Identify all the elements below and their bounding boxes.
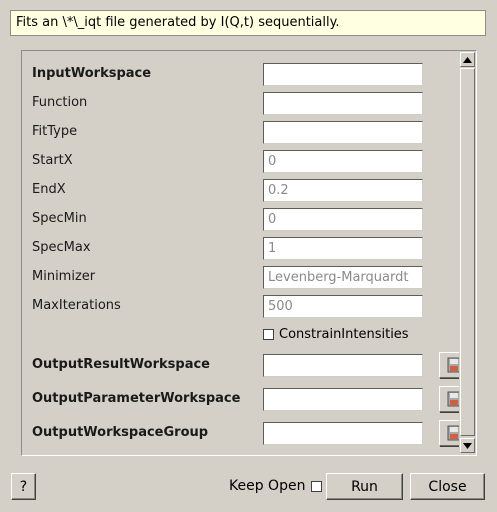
outputresultworkspace-field[interactable] [263,354,423,377]
keep-open-label: Keep Open [229,478,306,494]
property-label: OutputWorkspaceGroup [32,425,209,440]
property-label: MaxIterations [32,298,121,313]
property-row-outputresultworkspace: OutputResultWorkspace [32,352,472,378]
description-banner: Fits an \*\_iqt file generated by I(Q,t)… [10,10,486,36]
scrollbar-thumb[interactable] [460,68,475,436]
property-label: InputWorkspace [32,66,152,81]
function-field[interactable] [263,92,423,115]
minimizer-field[interactable]: Levenberg-Marquardt [263,266,423,289]
constrain-intensities-label: ConstrainIntensities [279,326,409,342]
properties-panel: InputWorkspace Function FitType StartX 0… [21,50,477,456]
property-label: StartX [32,153,73,168]
property-label: Minimizer [32,269,96,284]
property-label: FitType [32,124,78,139]
run-button[interactable]: Run [326,473,403,500]
outputworkspacegroup-field[interactable] [263,422,423,445]
endx-field[interactable]: 0.2 [263,179,423,202]
specmax-field[interactable]: 1 [263,237,423,260]
property-label: OutputParameterWorkspace [32,391,241,406]
constrain-intensities-checkbox[interactable] [263,328,274,340]
property-label: EndX [32,182,66,197]
keep-open-checkbox[interactable] [311,480,323,492]
property-label: Function [32,95,88,110]
keep-open-option[interactable]: Keep Open [229,476,323,496]
constrain-intensities-option[interactable]: ConstrainIntensities [263,325,409,343]
close-button[interactable]: Close [410,473,485,500]
maxiterations-field[interactable]: 500 [263,295,423,318]
scroll-down-button[interactable] [460,438,475,453]
property-row-outputparameterworkspace: OutputParameterWorkspace [32,386,472,412]
arrow-down-icon [463,442,472,449]
help-button[interactable]: ? [11,473,36,500]
property-label: SpecMin [32,211,87,226]
property-label: OutputResultWorkspace [32,357,210,372]
arrow-up-icon [463,56,472,63]
inputworkspace-field[interactable] [263,63,423,86]
specmin-field[interactable]: 0 [263,208,423,231]
property-label: SpecMax [32,240,91,255]
fittype-field[interactable] [263,121,423,144]
startx-field[interactable]: 0 [263,150,423,173]
scroll-up-button[interactable] [460,52,475,67]
vertical-scrollbar[interactable] [459,51,476,455]
property-row-outputworkspacegroup: OutputWorkspaceGroup [32,420,472,446]
outputparameterworkspace-field[interactable] [263,388,423,411]
